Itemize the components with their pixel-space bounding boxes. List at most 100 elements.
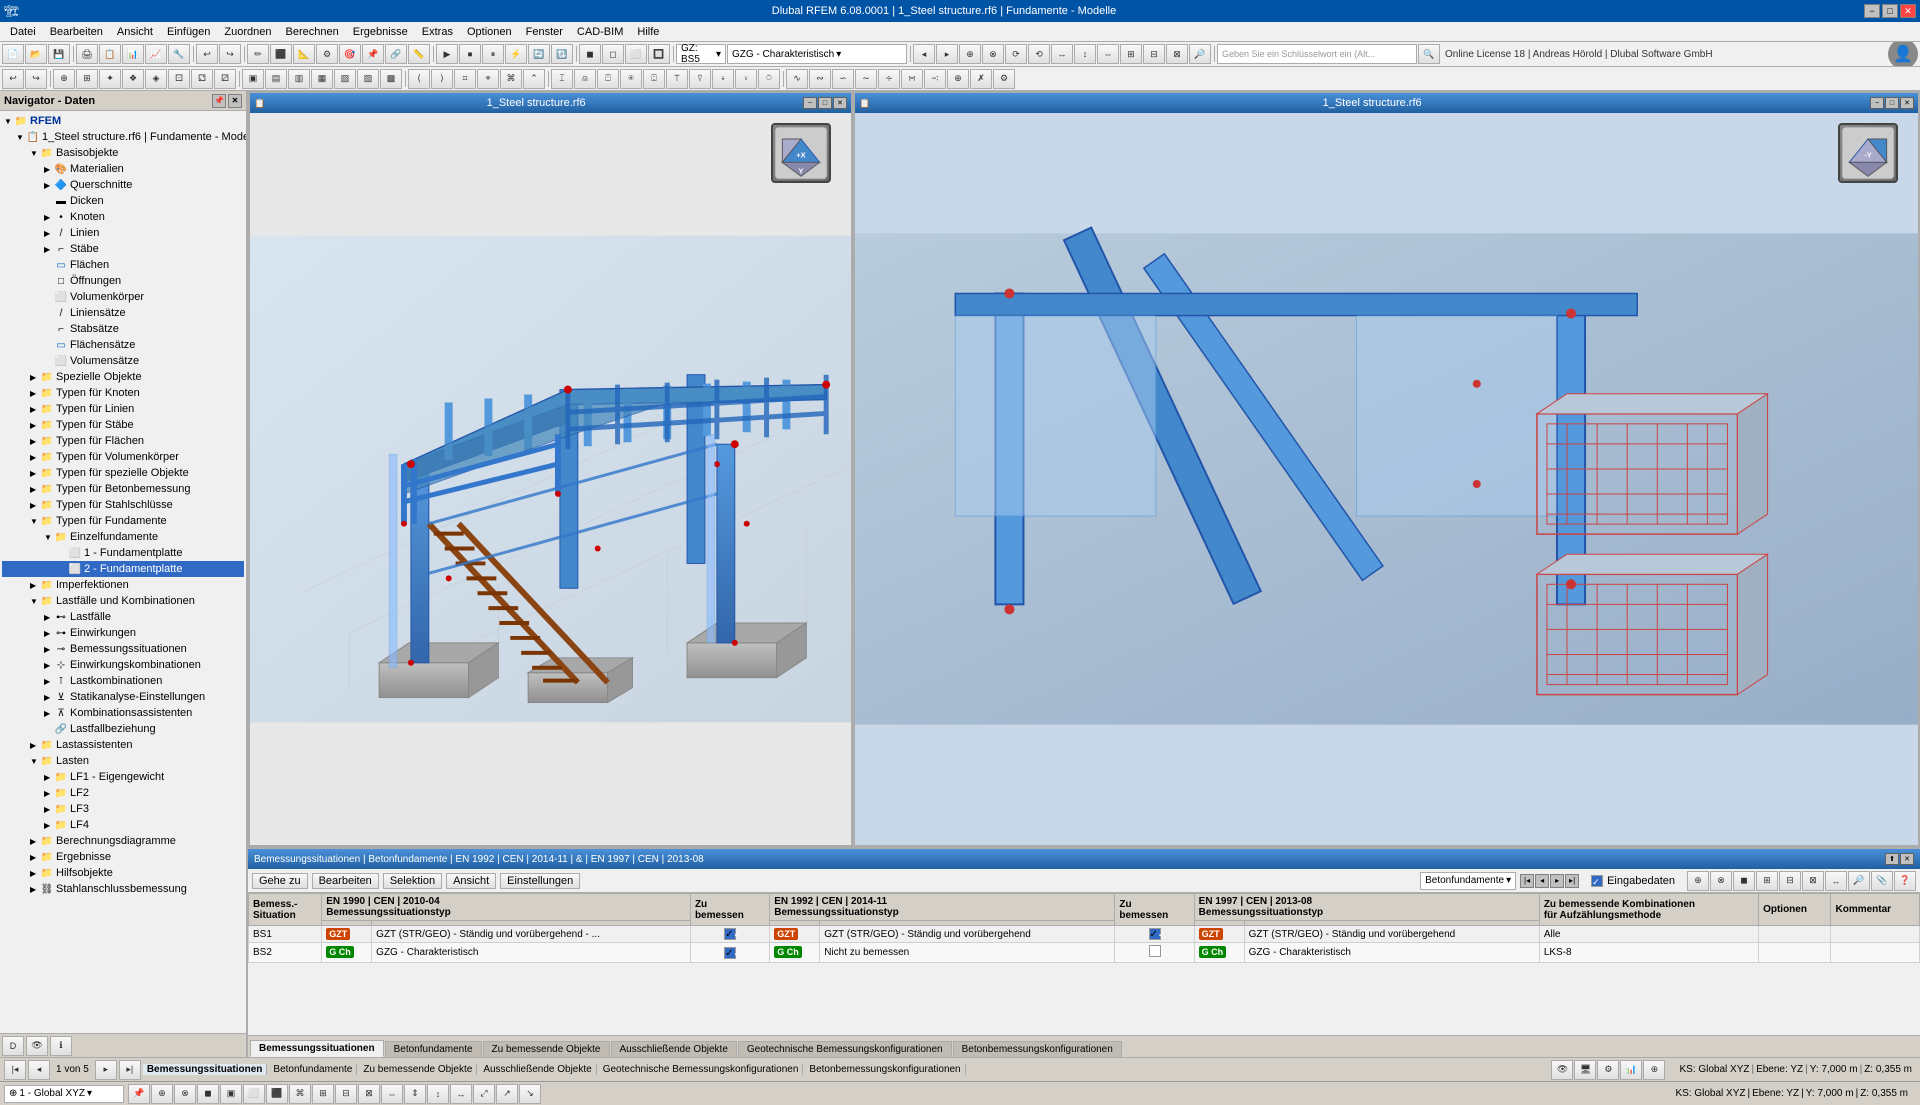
nav-lastfaelle[interactable]: ▶ ⊷ Lastfälle	[2, 609, 244, 625]
r2-t33[interactable]: ⍥	[758, 69, 780, 89]
r2-t5[interactable]: ✦	[99, 69, 121, 89]
global-xyz-dropdown[interactable]: ⊕ 1 - Global XYZ ▾	[4, 1085, 124, 1103]
nav-einzelfund[interactable]: ▼ 📁 Einzelfundamente	[2, 529, 244, 545]
sb-t3[interactable]: ▸	[95, 1060, 117, 1080]
r2-t16[interactable]: ▨	[357, 69, 379, 89]
nav-imperfekt[interactable]: ▶ 📁 Imperfektionen	[2, 577, 244, 593]
nav-typen-fund[interactable]: ▼ 📁 Typen für Fundamente	[2, 513, 244, 529]
menu-berechnen[interactable]: Berechnen	[280, 24, 345, 40]
nav-lf1[interactable]: ▶ 📁 LF1 - Eigengewicht	[2, 769, 244, 785]
sb2-t14[interactable]: ↕	[427, 1084, 449, 1104]
r2-t1[interactable]: ↩	[2, 69, 24, 89]
nav-lf2[interactable]: ▶ 📁 LF2	[2, 785, 244, 801]
nav-header-controls[interactable]: 📌 ✕	[212, 94, 242, 108]
sb-t1[interactable]: |◂	[4, 1060, 26, 1080]
r2-t25[interactable]: ⍝	[574, 69, 596, 89]
nav-lastfaelle-kombi[interactable]: ▼ 📁 Lastfälle und Kombinationen	[2, 593, 244, 609]
nav-volumensaetze[interactable]: ⬜ Volumensätze	[2, 353, 244, 369]
r2-t31[interactable]: ⍣	[712, 69, 734, 89]
tool11[interactable]: ⚙	[316, 44, 338, 64]
t21[interactable]: 🔃	[551, 44, 573, 64]
nav-flaechen[interactable]: ▭ Flächen	[2, 257, 244, 273]
nav-close-button[interactable]: ✕	[228, 94, 242, 108]
nav-info-btn[interactable]: ℹ	[50, 1036, 72, 1056]
menu-extras[interactable]: Extras	[416, 24, 459, 40]
status-betonbemess[interactable]: Betonbemessungskonfigurationen	[805, 1064, 965, 1075]
nav-knoten[interactable]: ▶ • Knoten	[2, 209, 244, 225]
sb2-t18[interactable]: ↘	[519, 1084, 541, 1104]
r2-t21[interactable]: ⌖	[477, 69, 499, 89]
sb2-t5[interactable]: ▣	[220, 1084, 242, 1104]
r2-t3[interactable]: ⊕	[53, 69, 75, 89]
combo-char[interactable]: GZG - Charakteristisch ▾	[727, 44, 907, 64]
view-left-controls[interactable]: − □ ✕	[803, 97, 847, 109]
menu-zuordnen[interactable]: Zuordnen	[218, 24, 277, 40]
t22[interactable]: ◼	[579, 44, 601, 64]
tab-betonfund[interactable]: Betonfundamente	[385, 1041, 482, 1057]
search-box[interactable]: Geben Sie ein Schlüsselwort ein (Alt...	[1217, 44, 1417, 64]
table-row-bs2[interactable]: BS2 G Ch GZG - Charakteristisch ✓ G Ch N…	[249, 943, 1920, 963]
tool15[interactable]: 📏	[408, 44, 430, 64]
status-zu-bemessende[interactable]: Zu bemessende Objekte	[359, 1064, 477, 1075]
bp-t3[interactable]: ◼	[1733, 871, 1755, 891]
nav-berechndiag[interactable]: ▶ 📁 Berechnungsdiagramme	[2, 833, 244, 849]
r2-t37[interactable]: ∼	[855, 69, 877, 89]
maximize-button[interactable]: □	[1882, 4, 1898, 18]
r2-t2[interactable]: ↪	[25, 69, 47, 89]
nav-einwkombi[interactable]: ▶ ⊹ Einwirkungskombinationen	[2, 657, 244, 673]
nav-stabsaetze[interactable]: ⌐ Stabsätze	[2, 321, 244, 337]
r2-t19[interactable]: ⟩	[431, 69, 453, 89]
bp-t5[interactable]: ⊟	[1779, 871, 1801, 891]
st-b3[interactable]: ⚙	[1597, 1060, 1619, 1080]
tool12[interactable]: 🎯	[339, 44, 361, 64]
t34[interactable]: ⇔	[1097, 44, 1119, 64]
view-right-close[interactable]: ✕	[1900, 97, 1914, 109]
nav-ergebnisse[interactable]: ▶ 📁 Ergebnisse	[2, 849, 244, 865]
bp-t1[interactable]: ⊕	[1687, 871, 1709, 891]
menu-fenster[interactable]: Fenster	[520, 24, 569, 40]
t20[interactable]: 🔄	[528, 44, 550, 64]
nav-pin-button[interactable]: 📌	[212, 94, 226, 108]
t26[interactable]: ◂	[913, 44, 935, 64]
menu-einfuegen[interactable]: Einfügen	[161, 24, 216, 40]
tab-ausschliessende[interactable]: Ausschließende Objekte	[611, 1041, 737, 1057]
t25[interactable]: 🔲	[648, 44, 670, 64]
nav-project[interactable]: ▼ 📋 1_Steel structure.rf6 | Fundamente -…	[2, 129, 244, 145]
nav-typen-stahl[interactable]: ▶ 📁 Typen für Stahlschlüsse	[2, 497, 244, 513]
menu-ergebnisse[interactable]: Ergebnisse	[347, 24, 414, 40]
nav-bemesssit[interactable]: ▶ ⊸ Bemessungssituationen	[2, 641, 244, 657]
r2-t42[interactable]: ✗	[970, 69, 992, 89]
nav-typen-flaechen[interactable]: ▶ 📁 Typen für Flächen	[2, 433, 244, 449]
r2-t15[interactable]: ▧	[334, 69, 356, 89]
nav-kombiass[interactable]: ▶ ⊼ Kombinationsassistenten	[2, 705, 244, 721]
sb-t4[interactable]: ▸|	[119, 1060, 141, 1080]
nav-prev[interactable]: ◂	[1535, 874, 1549, 888]
r2-t27[interactable]: ⍟	[620, 69, 642, 89]
r2-t12[interactable]: ▤	[265, 69, 287, 89]
r2-t40[interactable]: ∹	[924, 69, 946, 89]
save-button[interactable]: 💾	[48, 44, 70, 64]
combo-gz[interactable]: GZ: BS5 ▾	[676, 44, 726, 64]
nav-fund2[interactable]: ⬜ 2 - Fundamentplatte	[2, 561, 244, 577]
einstellungen-button[interactable]: Einstellungen	[500, 873, 580, 889]
r2-t9[interactable]: ⚁	[191, 69, 213, 89]
nav-statik[interactable]: ▶ ⊻ Statikanalyse-Einstellungen	[2, 689, 244, 705]
sb2-t6[interactable]: ⬜	[243, 1084, 265, 1104]
tab-zu-bemessende[interactable]: Zu bemessende Objekte	[483, 1041, 610, 1057]
view-left-close[interactable]: ✕	[833, 97, 847, 109]
r2-t26[interactable]: ⍞	[597, 69, 619, 89]
t18[interactable]: ⏸	[482, 44, 504, 64]
t28[interactable]: ⊕	[959, 44, 981, 64]
nav-oeffnungen[interactable]: □ Öffnungen	[2, 273, 244, 289]
view-right-canvas[interactable]: -Y	[855, 113, 1918, 845]
nav-hilfsobjekte[interactable]: ▶ 📁 Hilfsobjekte	[2, 865, 244, 881]
nav-lastkombi[interactable]: ▶ ⊺ Lastkombinationen	[2, 673, 244, 689]
st-b4[interactable]: 📊	[1620, 1060, 1642, 1080]
new-button[interactable]: 📄	[2, 44, 24, 64]
t33[interactable]: ↕	[1074, 44, 1096, 64]
sb2-t4[interactable]: ◼	[197, 1084, 219, 1104]
r2-t11[interactable]: ▣	[242, 69, 264, 89]
sb2-t2[interactable]: ⊕	[151, 1084, 173, 1104]
nav-materialien[interactable]: ▶ 🎨 Materialien	[2, 161, 244, 177]
bp-t8[interactable]: 🔎	[1848, 871, 1870, 891]
